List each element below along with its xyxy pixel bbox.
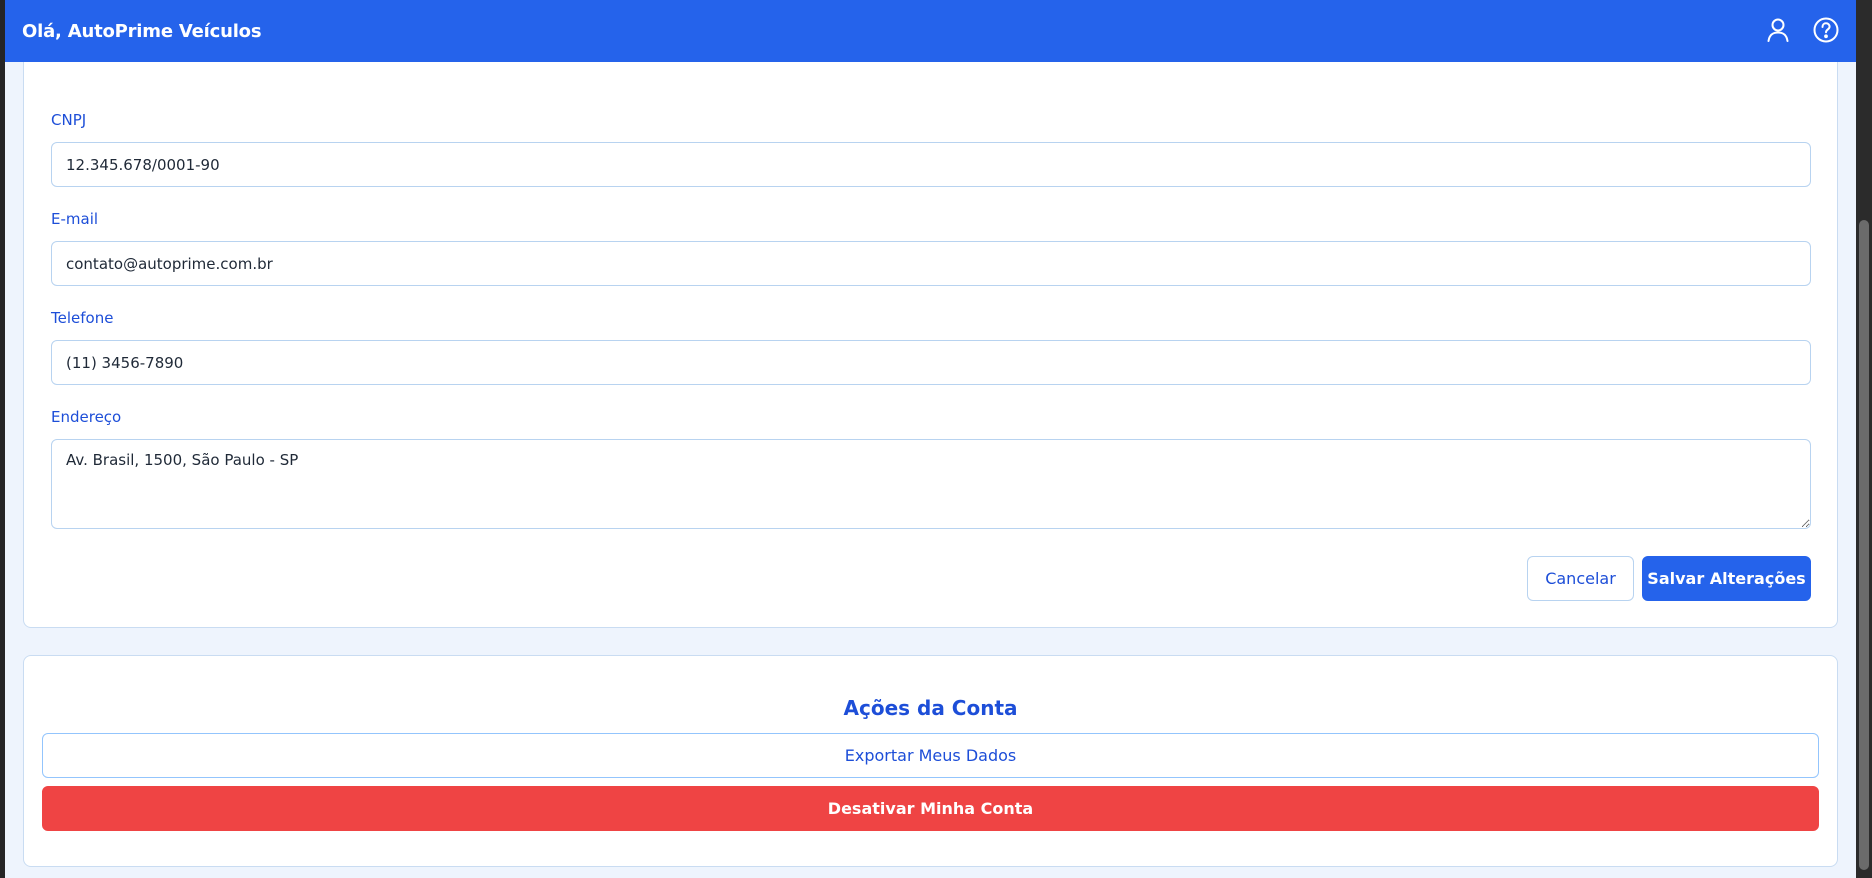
account-actions-title: Ações da Conta	[843, 696, 1018, 720]
export-data-button[interactable]: Exportar Meus Dados	[42, 733, 1819, 778]
address-label: Endereço	[51, 408, 122, 426]
account-actions-card: Ações da Conta Exportar Meus Dados Desat…	[23, 655, 1838, 867]
cancel-button[interactable]: Cancelar	[1527, 556, 1634, 601]
window-edge	[0, 0, 5, 878]
save-changes-button[interactable]: Salvar Alterações	[1642, 556, 1811, 601]
greeting-title: Olá, AutoPrime Veículos	[22, 20, 262, 42]
cnpj-label: CNPJ	[51, 111, 87, 129]
email-input[interactable]	[51, 241, 1811, 286]
top-header: Olá, AutoPrime Veículos	[0, 0, 1856, 62]
phone-input[interactable]	[51, 340, 1811, 385]
address-textarea[interactable]: Av. Brasil, 1500, São Paulo - SP	[51, 439, 1811, 529]
user-icon[interactable]	[1764, 16, 1792, 44]
header-actions	[1764, 16, 1840, 44]
cnpj-input[interactable]	[51, 142, 1811, 187]
vertical-scrollbar-thumb[interactable]	[1859, 220, 1869, 870]
deactivate-account-button[interactable]: Desativar Minha Conta	[42, 786, 1819, 831]
profile-form-card: CNPJ E-mail Telefone Endereço Av. Brasil…	[23, 0, 1838, 628]
page-viewport: CNPJ E-mail Telefone Endereço Av. Brasil…	[0, 0, 1856, 878]
phone-label: Telefone	[51, 309, 114, 327]
email-label: E-mail	[51, 210, 99, 228]
help-icon[interactable]	[1812, 16, 1840, 44]
